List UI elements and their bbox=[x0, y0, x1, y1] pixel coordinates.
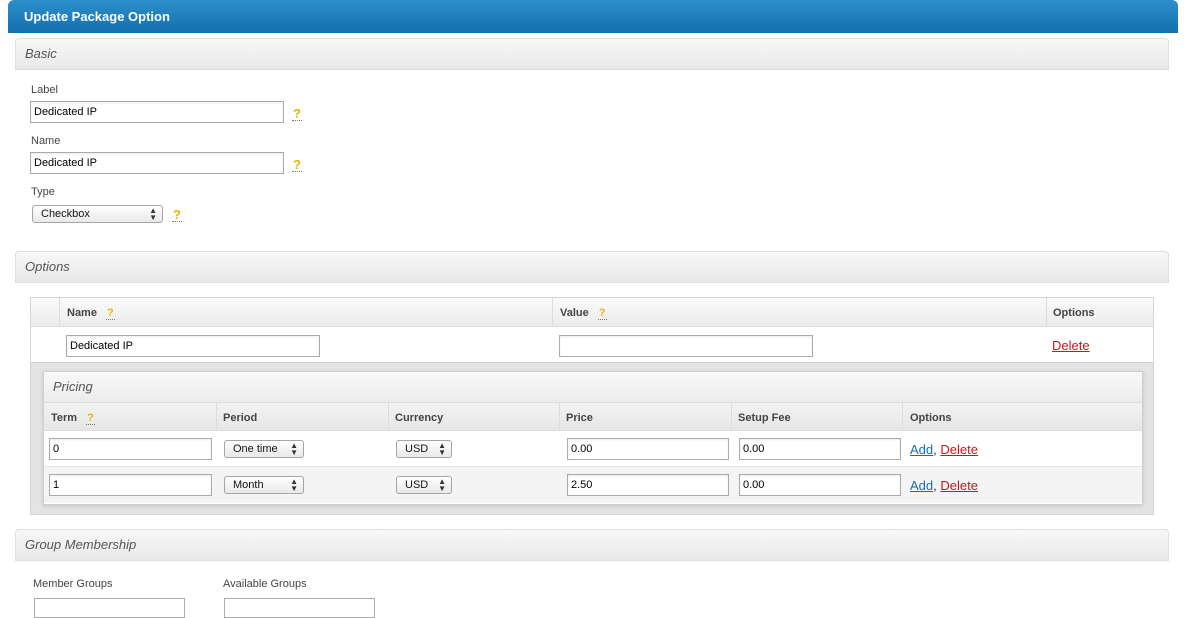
pricing-panel: Pricing Term ? Period Currency Price Set… bbox=[43, 371, 1143, 505]
price-column-header: Price bbox=[566, 412, 593, 424]
name-field-label: Name bbox=[31, 135, 61, 147]
updown-arrows-icon: ▲ ▼ bbox=[438, 477, 446, 493]
options-table-header: Name ? Value ? Options bbox=[31, 298, 1153, 327]
pricing-row: Month ▲▼ USD ▲▼ Add, Delete bbox=[44, 467, 1142, 503]
type-field-label: Type bbox=[31, 186, 55, 198]
label-help-icon[interactable]: ? bbox=[292, 107, 302, 121]
updown-arrows-icon: ▲ ▼ bbox=[290, 477, 298, 493]
pricing-row: One time ▲▼ USD ▲▼ Add, Delete bbox=[44, 431, 1142, 467]
options-value-column-header: Value ? bbox=[560, 307, 607, 320]
currency-column-header: Currency bbox=[395, 412, 444, 424]
name-input[interactable] bbox=[30, 152, 284, 174]
price-input[interactable] bbox=[567, 474, 729, 496]
pricing-row-actions: Add, Delete bbox=[910, 478, 978, 493]
available-groups-list[interactable] bbox=[224, 598, 375, 618]
pricing-add-link[interactable]: Add bbox=[910, 478, 933, 493]
member-groups-label: Member Groups bbox=[33, 578, 113, 590]
pricing-heading: Pricing bbox=[44, 372, 1142, 402]
column-divider bbox=[902, 403, 903, 432]
type-select-value: Checkbox bbox=[41, 208, 90, 220]
updown-arrows-icon: ▲ ▼ bbox=[438, 441, 446, 457]
updown-arrows-icon: ▲ ▼ bbox=[149, 206, 157, 222]
setup-fee-input[interactable] bbox=[739, 474, 901, 496]
options-table: Name ? Value ? Options Delete Pricing Te… bbox=[30, 297, 1154, 515]
column-divider bbox=[388, 403, 389, 432]
link-separator: , bbox=[933, 478, 937, 493]
options-value-column-label: Value bbox=[560, 307, 589, 319]
term-column-header: Term ? bbox=[51, 412, 95, 425]
pricing-add-link[interactable]: Add bbox=[910, 442, 933, 457]
group-membership-section-heading: Group Membership bbox=[15, 529, 1169, 561]
setup-fee-column-header: Setup Fee bbox=[738, 412, 791, 424]
column-divider bbox=[559, 403, 560, 432]
currency-select[interactable]: USD ▲ ▼ bbox=[396, 440, 452, 458]
name-help-icon[interactable]: ? bbox=[292, 158, 302, 172]
options-name-column-label: Name bbox=[67, 307, 97, 319]
column-divider bbox=[552, 298, 553, 327]
member-groups-list[interactable] bbox=[34, 598, 185, 618]
type-select[interactable]: Checkbox ▲ ▼ bbox=[32, 205, 163, 223]
available-groups-label: Available Groups bbox=[223, 578, 307, 590]
options-section-heading: Options bbox=[15, 251, 1169, 283]
type-help-icon[interactable]: ? bbox=[172, 208, 182, 222]
column-divider bbox=[216, 403, 217, 432]
basic-section-heading: Basic bbox=[15, 38, 1169, 70]
option-name-input[interactable] bbox=[66, 335, 320, 357]
pricing-delete-link[interactable]: Delete bbox=[940, 478, 978, 493]
pricing-delete-link[interactable]: Delete bbox=[940, 442, 978, 457]
option-delete-link[interactable]: Delete bbox=[1052, 338, 1090, 353]
period-column-header: Period bbox=[223, 412, 258, 424]
term-help-icon[interactable]: ? bbox=[86, 412, 95, 425]
term-column-label: Term bbox=[51, 412, 78, 424]
pricing-row-actions: Add, Delete bbox=[910, 442, 978, 457]
pricing-table-header: Term ? Period Currency Price Setup Fee O… bbox=[44, 402, 1142, 432]
term-input[interactable] bbox=[49, 474, 212, 496]
label-field-label: Label bbox=[31, 84, 58, 96]
option-value-input[interactable] bbox=[559, 335, 813, 357]
period-select-value: Month bbox=[233, 479, 264, 491]
column-divider bbox=[1046, 298, 1047, 327]
options-options-column-header: Options bbox=[1053, 307, 1095, 319]
label-input[interactable] bbox=[30, 101, 284, 123]
pricing-options-column-header: Options bbox=[910, 412, 952, 424]
column-divider bbox=[731, 403, 732, 432]
window-title: Update Package Option bbox=[8, 0, 1178, 33]
period-select[interactable]: Month ▲ ▼ bbox=[224, 476, 304, 494]
link-separator: , bbox=[933, 442, 937, 457]
column-divider bbox=[59, 298, 60, 327]
options-name-help-icon[interactable]: ? bbox=[106, 307, 115, 320]
term-input[interactable] bbox=[49, 438, 212, 460]
period-select[interactable]: One time ▲ ▼ bbox=[224, 440, 304, 458]
period-select-value: One time bbox=[233, 443, 278, 455]
options-name-column-header: Name ? bbox=[67, 307, 115, 320]
setup-fee-input[interactable] bbox=[739, 438, 901, 460]
options-row: Delete bbox=[31, 327, 1153, 363]
price-input[interactable] bbox=[567, 438, 729, 460]
options-value-help-icon[interactable]: ? bbox=[597, 307, 607, 320]
currency-select[interactable]: USD ▲ ▼ bbox=[396, 476, 452, 494]
updown-arrows-icon: ▲ ▼ bbox=[290, 441, 298, 457]
currency-select-value: USD bbox=[405, 443, 429, 455]
currency-select-value: USD bbox=[405, 479, 429, 491]
